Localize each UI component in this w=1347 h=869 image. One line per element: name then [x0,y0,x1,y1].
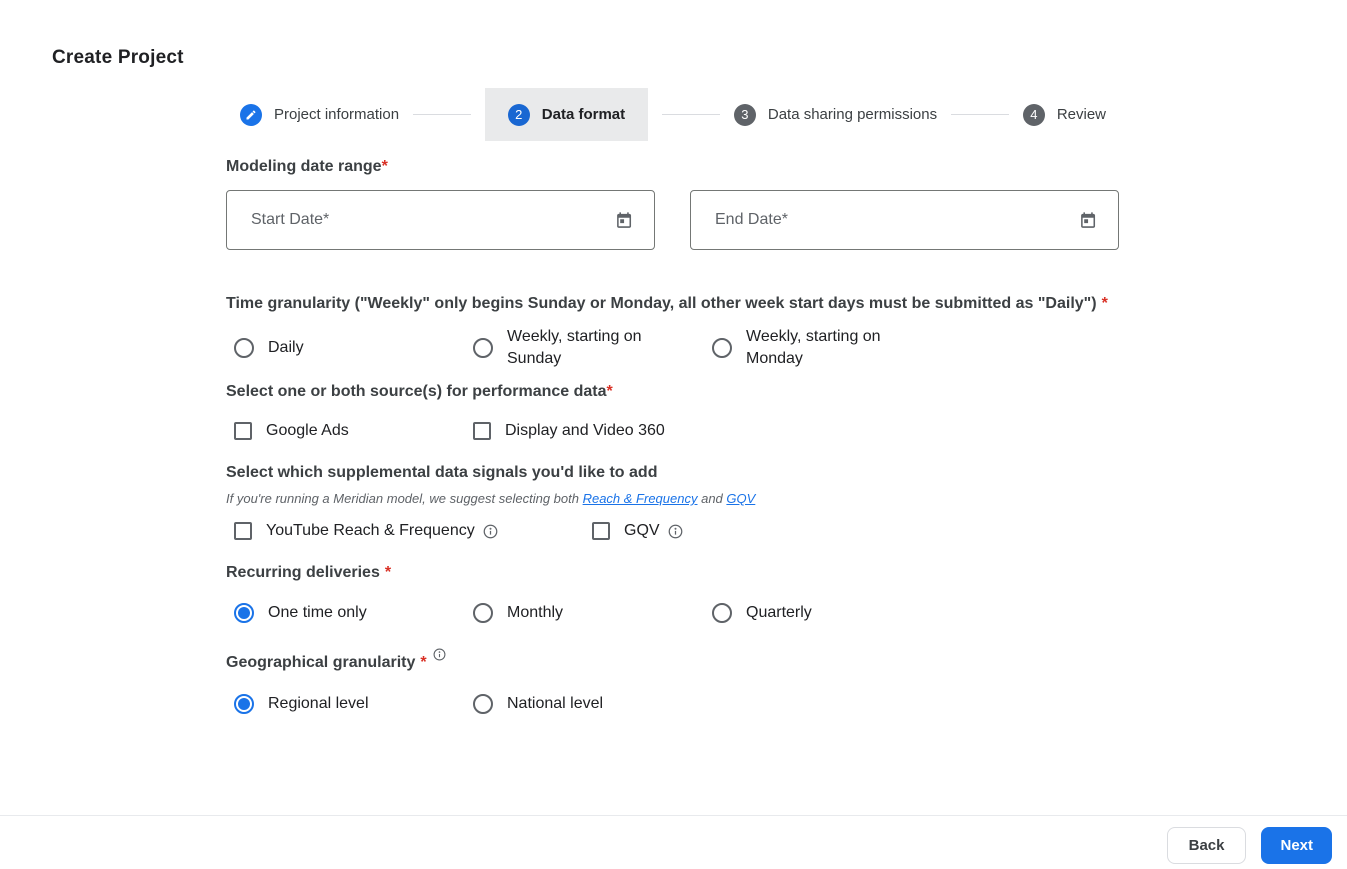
step-connector [413,114,471,115]
radio-icon[interactable] [234,338,254,358]
radio-option-regional-level[interactable]: Regional level [226,693,465,715]
performance-sources-options: Google Ads Display and Video 360 [226,420,1120,442]
required-asterisk: * [382,158,388,175]
checkbox-option-gqv[interactable]: GQV [584,520,683,542]
radio-option-national-level[interactable]: National level [465,693,603,715]
gqv-link[interactable]: GQV [726,491,755,506]
required-asterisk: * [607,383,613,400]
step-review[interactable]: 4 Review [1023,104,1106,126]
option-label: Daily [268,337,304,359]
back-button[interactable]: Back [1167,827,1247,864]
option-label: Monthly [507,602,563,624]
checkbox-icon[interactable] [234,522,252,540]
radio-icon[interactable] [712,338,732,358]
checkbox-icon[interactable] [473,422,491,440]
supplemental-signals-options: YouTube Reach & Frequency GQV [226,520,1120,542]
option-label: GQV [624,520,660,542]
step-label: Review [1057,106,1106,123]
step-connector [951,114,1009,115]
checkbox-option-youtube-reach-frequency[interactable]: YouTube Reach & Frequency [226,520,584,542]
supplemental-signals-label: Select which supplemental data signals y… [226,463,1120,482]
next-button[interactable]: Next [1261,827,1332,864]
calendar-icon[interactable] [1078,210,1098,230]
step-label: Data format [542,106,625,123]
info-icon[interactable] [483,524,498,539]
radio-option-weekly-sunday[interactable]: Weekly, starting on Sunday [465,325,704,371]
checkbox-icon[interactable] [234,422,252,440]
data-format-form: Modeling date range* Time granularity ("… [226,157,1120,715]
option-label: Weekly, starting on Sunday [507,326,677,370]
wizard-stepper: Project information 2 Data format 3 Data… [240,88,1106,141]
checkbox-option-google-ads[interactable]: Google Ads [226,420,465,442]
radio-option-quarterly[interactable]: Quarterly [704,602,812,624]
info-icon[interactable] [433,648,446,661]
modeling-date-range-label: Modeling date range* [226,157,1120,176]
radio-icon[interactable] [712,603,732,623]
step-number-badge: 3 [734,104,756,126]
required-asterisk: * [420,654,426,671]
start-date-field[interactable] [226,190,655,250]
time-granularity-label: Time granularity ("Weekly" only begins S… [226,291,1120,317]
step-label: Project information [274,106,399,123]
performance-sources-label: Select one or both source(s) for perform… [226,382,1120,401]
geographical-granularity-label: Geographical granularity* [226,647,1120,672]
info-icon[interactable] [668,524,683,539]
option-label: Quarterly [746,602,812,624]
create-project-page: Create Project Project information 2 Dat… [0,0,1347,869]
radio-icon[interactable] [473,603,493,623]
footer-divider [0,815,1347,816]
time-granularity-options: Daily Weekly, starting on Sunday Weekly,… [226,325,1120,371]
geographical-granularity-options: Regional level National level [226,693,1120,715]
page-title: Create Project [52,47,184,69]
radio-option-monthly[interactable]: Monthly [465,602,704,624]
option-label: One time only [268,602,367,624]
end-date-field[interactable] [690,190,1119,250]
reach-frequency-link[interactable]: Reach & Frequency [583,491,698,506]
step-connector [662,114,720,115]
recurring-deliveries-options: One time only Monthly Quarterly [226,602,1120,624]
required-asterisk: * [385,564,391,581]
checkbox-option-display-video-360[interactable]: Display and Video 360 [465,420,665,442]
radio-icon[interactable] [473,338,493,358]
step-project-information[interactable]: Project information [240,104,399,126]
step-data-sharing-permissions[interactable]: 3 Data sharing permissions [734,104,937,126]
option-label: Display and Video 360 [505,420,665,442]
step-number-badge: 2 [508,104,530,126]
start-date-input[interactable] [251,211,614,229]
option-label: YouTube Reach & Frequency [266,520,475,542]
option-label: Regional level [268,693,369,715]
pencil-icon [240,104,262,126]
step-label: Data sharing permissions [768,106,937,123]
checkbox-icon[interactable] [592,522,610,540]
date-range-row [226,190,1120,250]
radio-option-daily[interactable]: Daily [226,325,465,371]
end-date-input[interactable] [715,211,1078,229]
footer-actions: Back Next [1167,827,1332,864]
radio-selected-icon[interactable] [234,694,254,714]
option-label: Google Ads [266,420,349,442]
step-number-badge: 4 [1023,104,1045,126]
option-label: National level [507,693,603,715]
required-asterisk: * [1102,295,1108,312]
radio-option-weekly-monday[interactable]: Weekly, starting on Monday [704,325,943,371]
radio-selected-icon[interactable] [234,603,254,623]
calendar-icon[interactable] [614,210,634,230]
option-label: Weekly, starting on Monday [746,326,916,370]
recurring-deliveries-label: Recurring deliveries* [226,563,1120,582]
radio-option-one-time-only[interactable]: One time only [226,602,465,624]
radio-icon[interactable] [473,694,493,714]
meridian-suggestion-note: If you're running a Meridian model, we s… [226,490,1120,507]
step-data-format[interactable]: 2 Data format [485,88,648,141]
